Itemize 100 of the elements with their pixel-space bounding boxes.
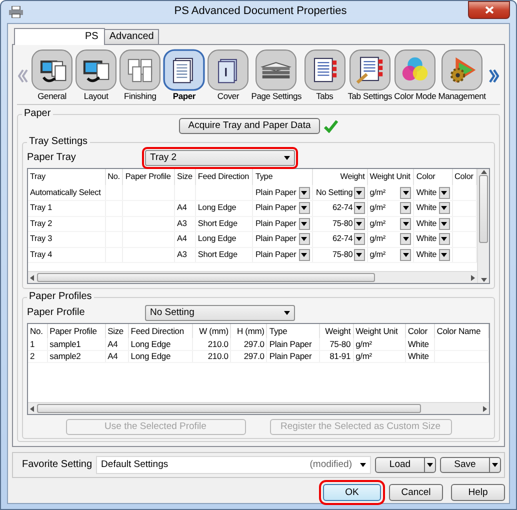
column-header[interactable]: No. [105, 169, 123, 185]
table-cell: g/m² [356, 351, 372, 362]
dropdown-button[interactable] [354, 248, 365, 261]
caret-icon [284, 311, 290, 315]
toolbar-button[interactable]: Page Settings [251, 49, 302, 102]
column-header[interactable]: Weight Unit [353, 324, 406, 338]
column-header[interactable]: Color [414, 169, 452, 185]
column-header[interactable]: No. [28, 324, 48, 338]
dropdown-button[interactable] [438, 248, 450, 261]
dropdown-button[interactable] [354, 233, 365, 246]
column-header[interactable]: Paper Profile [122, 169, 175, 185]
window-title: PS Advanced Document Properties [173, 5, 348, 19]
caret-icon [492, 463, 498, 467]
table-cell: A3 [177, 250, 187, 259]
group-title: Paper [23, 108, 52, 120]
table-cell: A4 [177, 203, 187, 212]
caret-icon [301, 206, 308, 210]
vertical-scrollbar[interactable] [477, 169, 489, 283]
dropdown-button[interactable] [298, 218, 310, 230]
dialog-button[interactable]: Cancel [389, 484, 443, 501]
caret-icon [301, 190, 308, 194]
scroll-arrow-icon[interactable] [30, 406, 34, 412]
toolbar-button[interactable]: Management [438, 49, 486, 102]
scroll-right-button[interactable] [488, 68, 500, 82]
double-chevron-right-icon [488, 68, 499, 82]
cell-dropdown-value: g/m² [370, 218, 386, 229]
split-button[interactable]: Load [375, 457, 436, 473]
dropdown-button[interactable] [354, 186, 365, 198]
close-button[interactable] [468, 1, 510, 19]
toolbar-button[interactable]: General [31, 49, 74, 102]
dropdown-button[interactable] [400, 202, 412, 214]
caret-icon [356, 206, 362, 210]
column-header[interactable]: Color [405, 324, 434, 338]
dropdown[interactable]: Tray 2 [145, 150, 295, 166]
dropdown-button[interactable] [298, 202, 310, 214]
dropdown-button[interactable] [400, 233, 412, 246]
dropdown[interactable]: No Setting [145, 305, 295, 321]
caret-icon [441, 206, 448, 210]
table-cell: Automatically Select [30, 188, 101, 197]
column-header[interactable]: Weight [312, 169, 368, 185]
split-button[interactable]: Save [440, 457, 501, 473]
document-icon [163, 49, 206, 92]
close-icon [484, 6, 494, 14]
caret-icon [441, 237, 448, 242]
cell-dropdown-value: White [416, 218, 437, 229]
toolbar-button[interactable]: Tab Settings [348, 49, 392, 102]
column-header[interactable]: Size [105, 324, 128, 338]
caret-icon [356, 222, 362, 226]
toolbar-button[interactable]: Paper [163, 49, 206, 102]
column-header[interactable]: Tray [28, 169, 106, 185]
cell-dropdown-value: Plain Paper [255, 188, 296, 198]
dropdown-button[interactable] [438, 218, 450, 230]
column-header[interactable]: Paper Profile [47, 324, 106, 338]
dropdown-button[interactable] [438, 233, 450, 246]
table-cell: Plain Paper [269, 351, 312, 362]
toolbar-button[interactable]: Cover [207, 49, 250, 102]
table-cell: 210.0 [208, 338, 228, 349]
pages-icon [119, 49, 162, 92]
column-header[interactable]: Feed Direction [195, 169, 253, 185]
field-label: Favorite Setting [22, 459, 92, 471]
dropdown-button[interactable] [400, 248, 412, 261]
horizontal-scrollbar[interactable] [28, 271, 477, 283]
tab[interactable]: PS [14, 28, 106, 45]
column-header[interactable]: W (mm) [192, 324, 231, 338]
column-header[interactable]: Size [174, 169, 196, 185]
scroll-arrow-icon[interactable] [480, 169, 486, 175]
column-header[interactable]: Type [266, 324, 320, 338]
column-header[interactable]: Feed Direction [128, 324, 193, 338]
dropdown-button[interactable] [298, 186, 310, 198]
column-header[interactable]: Weight Unit [367, 169, 414, 185]
table-cell: Short Edge [198, 250, 238, 259]
column-header[interactable]: H (mm) [230, 324, 267, 338]
favorite-dropdown[interactable]: Default Settings (modified) [96, 456, 371, 474]
scroll-arrow-icon[interactable] [30, 274, 34, 280]
acquire-button[interactable]: Acquire Tray and Paper Data [179, 118, 320, 134]
dropdown-button[interactable] [298, 248, 310, 261]
dropdown-button[interactable] [298, 233, 310, 246]
table-cell: sample1 [50, 338, 81, 349]
table-cell: 75-80 [330, 338, 351, 349]
column-header[interactable]: Weight [319, 324, 354, 338]
dropdown-button[interactable] [400, 218, 412, 230]
caret-icon [402, 206, 409, 210]
toolbar-button[interactable]: Finishing [119, 49, 162, 102]
scroll-arrow-icon[interactable] [483, 406, 487, 412]
column-header[interactable]: Color Name [434, 324, 488, 338]
caret-icon [301, 222, 308, 226]
dropdown-button[interactable] [438, 202, 450, 214]
toolbar-button[interactable]: Tabs [304, 49, 346, 102]
dropdown-button[interactable] [354, 218, 365, 230]
toolbar-button[interactable]: Color Mode [394, 49, 436, 102]
dropdown-button[interactable] [354, 202, 365, 214]
caret-icon [356, 237, 362, 242]
column-header[interactable]: Type [252, 169, 312, 185]
horizontal-scrollbar[interactable] [28, 402, 489, 414]
toolbar-button[interactable]: Layout [75, 49, 118, 102]
dialog-button[interactable]: Help [451, 484, 505, 501]
cell-dropdown-value: White [416, 188, 437, 198]
dropdown-button[interactable] [438, 186, 450, 198]
dropdown-button[interactable] [400, 186, 412, 198]
tab[interactable]: Advanced [104, 29, 159, 44]
